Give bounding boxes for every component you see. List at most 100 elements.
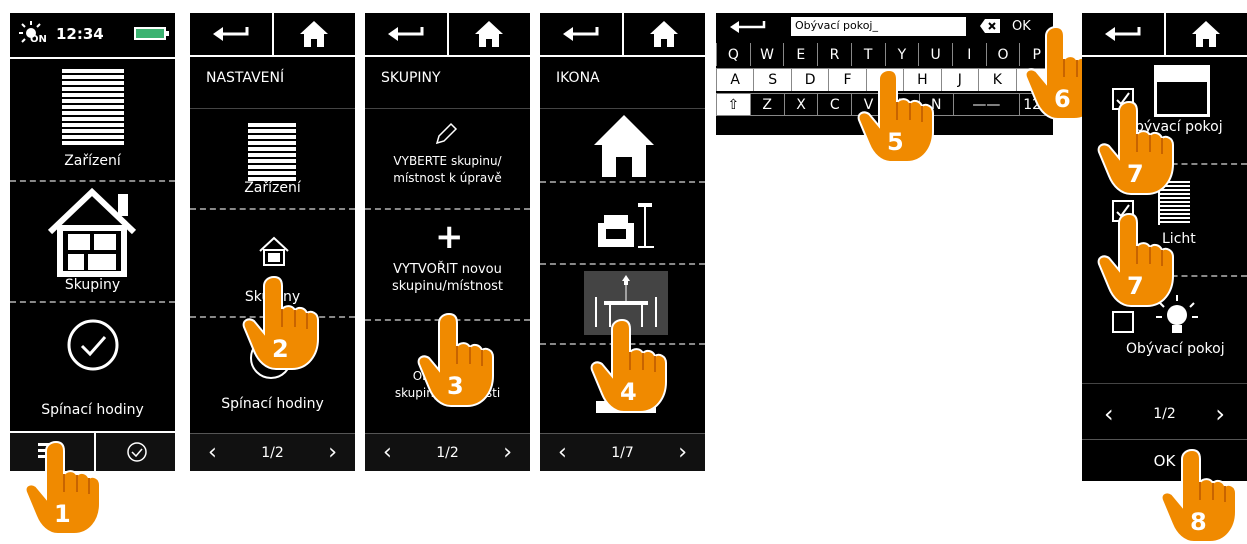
hand-step-8-icon: 8 xyxy=(1160,449,1237,543)
svg-text:4: 4 xyxy=(620,378,637,406)
sofa-lamp-icon[interactable] xyxy=(596,201,656,251)
pager: ‹ 1/2 › xyxy=(365,433,530,471)
page-indicator: 1/2 xyxy=(261,444,284,461)
key-s[interactable]: S xyxy=(753,69,791,91)
svg-text:5: 5 xyxy=(887,128,904,156)
svg-text:7: 7 xyxy=(1127,160,1144,188)
pencil-icon xyxy=(435,122,458,145)
menu-item-edit-group[interactable]: VYBERTE skupinu/ místnost k úpravě xyxy=(365,153,530,187)
hand-step-7a-icon: 7 xyxy=(1097,101,1174,195)
screen-settings: NASTAVENÍ Zařízení Skupiny Spínací hodin… xyxy=(190,13,355,471)
next-page-icon[interactable]: › xyxy=(678,440,687,465)
back-arrow-icon xyxy=(1104,27,1141,41)
key-j[interactable]: J xyxy=(940,69,979,91)
clock-check-icon[interactable] xyxy=(126,441,148,463)
menu-item-timers[interactable]: Spínací hodiny xyxy=(10,402,175,418)
home-icon xyxy=(650,21,679,47)
page-indicator: 1/7 xyxy=(611,444,634,461)
house-icon xyxy=(259,236,289,266)
key-r[interactable]: R xyxy=(817,43,851,66)
house-icon xyxy=(47,187,137,277)
svg-text:6: 6 xyxy=(1054,85,1071,113)
keyboard-row-1: QWERTYUIOP xyxy=(716,43,1053,66)
backspace-icon[interactable] xyxy=(979,18,1001,34)
next-page-icon[interactable]: › xyxy=(503,440,512,465)
home-button[interactable] xyxy=(271,13,356,55)
key-o[interactable]: O xyxy=(985,43,1020,66)
home-button[interactable] xyxy=(446,13,531,55)
pager: ‹ 1/2 › xyxy=(1082,393,1247,435)
blind-icon xyxy=(248,123,296,181)
key-x[interactable]: X xyxy=(783,94,818,115)
menu-item-devices[interactable]: Zařízení xyxy=(10,153,175,169)
menu-item-devices[interactable]: Zařízení xyxy=(190,180,355,196)
menu-item-timers[interactable]: Spínací hodiny xyxy=(190,396,355,412)
home-button[interactable] xyxy=(621,13,706,55)
key-e[interactable]: E xyxy=(783,43,817,66)
member-label-3: Obývací pokoj xyxy=(1126,341,1225,357)
check-circle-icon xyxy=(67,319,119,371)
next-page-icon[interactable]: › xyxy=(328,440,337,465)
svg-text:1: 1 xyxy=(54,500,71,528)
text-input[interactable]: Obývací pokoj_ xyxy=(791,17,966,36)
next-page-icon[interactable]: › xyxy=(1215,400,1225,428)
back-button[interactable] xyxy=(1082,13,1164,55)
back-button[interactable] xyxy=(365,13,447,55)
home-icon xyxy=(475,21,504,47)
key-i[interactable]: I xyxy=(951,43,986,66)
key-t[interactable]: T xyxy=(850,43,885,66)
prev-page-icon[interactable]: ‹ xyxy=(208,440,217,465)
page-indicator: 1/2 xyxy=(436,444,459,461)
back-arrow-icon xyxy=(212,27,249,41)
svg-text:8: 8 xyxy=(1190,508,1207,536)
home-icon xyxy=(300,21,329,47)
page-indicator: 1/2 xyxy=(1153,406,1176,422)
key-a[interactable]: A xyxy=(716,69,754,91)
plus-icon: + xyxy=(435,217,464,257)
svg-text:2: 2 xyxy=(272,335,289,363)
key-u[interactable]: U xyxy=(918,43,952,66)
hand-step-2-icon: 2 xyxy=(242,276,319,370)
key-q[interactable]: Q xyxy=(716,43,750,66)
house-icon[interactable] xyxy=(592,113,656,179)
back-arrow-icon xyxy=(387,27,424,41)
clock: 12:34 xyxy=(56,25,104,43)
back-arrow-icon xyxy=(562,27,599,41)
hand-step-7b-icon: 7 xyxy=(1097,213,1174,307)
hand-step-3-icon: 3 xyxy=(417,313,494,407)
space-key[interactable]: —— xyxy=(952,94,1020,115)
blind-icon xyxy=(62,69,124,147)
hand-step-4-icon: 4 xyxy=(590,319,667,413)
checkbox-3[interactable] xyxy=(1112,311,1134,333)
key-d[interactable]: D xyxy=(790,69,829,91)
screen-home: ON 12:34 Zařízení Skupiny Spínací hodiny xyxy=(10,13,175,471)
key-c[interactable]: C xyxy=(817,94,851,115)
page-title: NASTAVENÍ xyxy=(206,70,285,86)
hand-step-5-icon: 5 xyxy=(857,69,934,163)
key-k[interactable]: K xyxy=(978,69,1016,91)
menu-item-groups[interactable]: Skupiny xyxy=(10,277,175,293)
svg-text:7: 7 xyxy=(1127,272,1144,300)
page-title: IKONA xyxy=(556,70,600,86)
shift-key[interactable]: ⇧ xyxy=(716,94,750,115)
status-on: ON xyxy=(30,34,47,45)
back-button[interactable] xyxy=(190,13,272,55)
home-button[interactable] xyxy=(1163,13,1247,55)
key-z[interactable]: Z xyxy=(749,94,784,115)
prev-page-icon[interactable]: ‹ xyxy=(383,440,392,465)
prev-page-icon[interactable]: ‹ xyxy=(1104,400,1114,428)
prev-page-icon[interactable]: ‹ xyxy=(558,440,567,465)
back-button[interactable] xyxy=(540,13,622,55)
key-w[interactable]: W xyxy=(749,43,784,66)
hand-step-1-icon: 1 xyxy=(24,441,101,535)
page-title: SKUPINY xyxy=(381,70,441,86)
svg-text:3: 3 xyxy=(447,372,464,400)
battery-icon xyxy=(134,27,166,40)
pager: ‹ 1/2 › xyxy=(190,433,355,471)
back-arrow-icon[interactable] xyxy=(730,20,766,34)
menu-item-create-group[interactable]: VYTVOŘIT novou skupinu/místnost xyxy=(365,261,530,295)
status-bar: ON 12:34 xyxy=(10,13,175,57)
home-icon xyxy=(1192,21,1221,47)
pager: ‹ 1/7 › xyxy=(540,433,705,471)
key-y[interactable]: Y xyxy=(884,43,919,66)
